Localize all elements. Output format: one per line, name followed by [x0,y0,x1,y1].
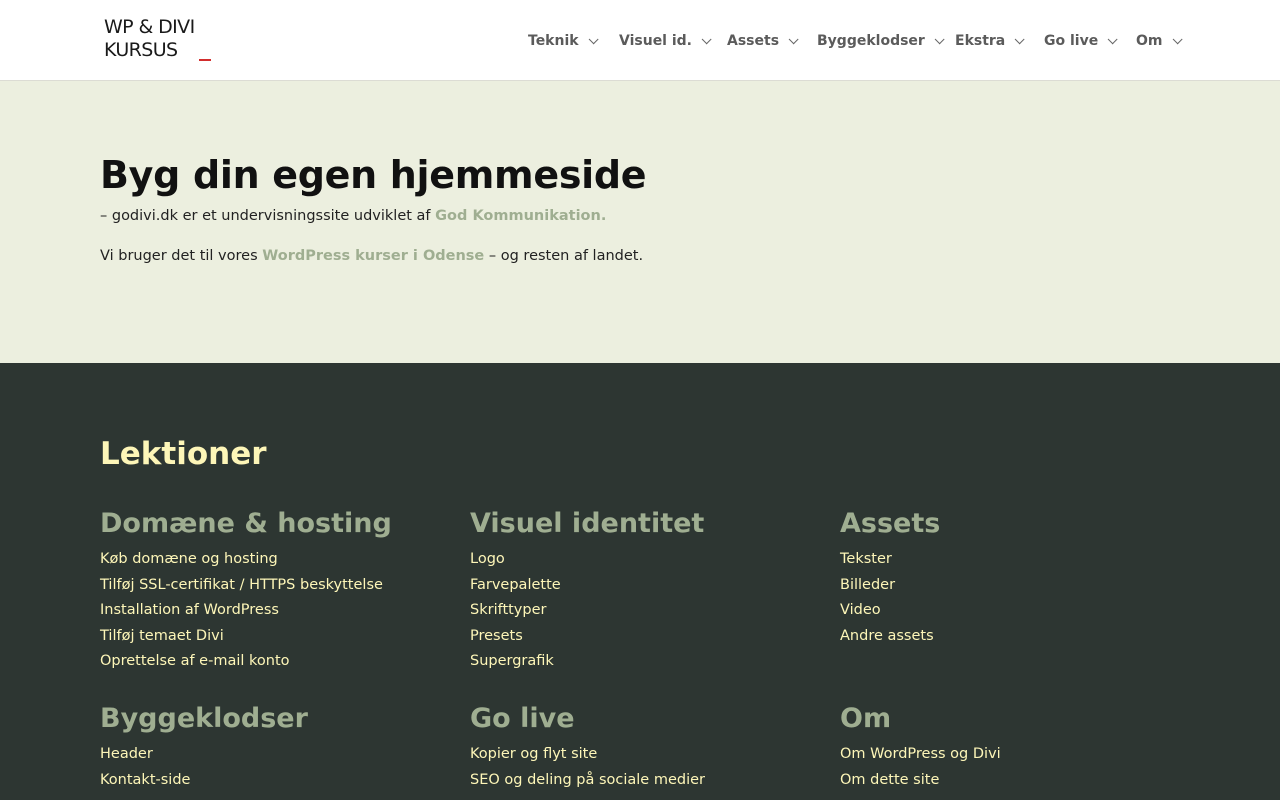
chevron-down-icon [1014,33,1025,44]
lesson-column-om: Om Om WordPress og Divi Om dette site [840,701,1200,793]
lesson-link[interactable]: Presets [470,624,830,650]
lesson-list: Køb domæne og hosting Tilføj SSL-certifi… [100,547,460,675]
lesson-link[interactable]: Oprettelse af e-mail konto [100,649,460,675]
lesson-column-visuel: Visuel identitet Logo Farvepalette Skrif… [470,506,830,675]
nav-item-teknik[interactable]: Teknik [528,31,599,51]
courses-paragraph: Vi bruger det til vores WordPress kurser… [100,248,643,264]
lesson-link[interactable]: Skrifttyper [470,598,830,624]
lesson-link[interactable]: Billeder [840,573,1200,599]
wordpress-kurser-link[interactable]: WordPress kurser i Odense [262,248,484,264]
column-heading: Go live [470,703,575,734]
chevron-down-icon [701,33,712,44]
lesson-column-go-live: Go live Kopier og flyt site SEO og delin… [470,701,830,793]
lesson-link[interactable]: Om WordPress og Divi [840,742,1200,768]
lesson-link[interactable]: Køb domæne og hosting [100,547,460,573]
nav-item-go-live[interactable]: Go live [1044,31,1118,51]
god-kommunikation-link[interactable]: God Kommunikation. [435,208,606,224]
nav-item-assets[interactable]: Assets [727,31,799,51]
nav-item-label: Byggeklodser [817,33,925,49]
column-heading: Byggeklodser [100,703,308,734]
lesson-list: Om WordPress og Divi Om dette site [840,742,1200,793]
column-heading: Domæne & hosting [100,508,392,539]
courses-text-pre: Vi bruger det til vores [100,248,258,264]
lessons-title: Lektioner [100,436,267,472]
lesson-list: Header Kontakt-side [100,742,460,793]
lesson-column-assets: Assets Tekster Billeder Video Andre asse… [840,506,1200,649]
page-title: Byg din egen hjemmeside [100,153,647,197]
column-heading: Visuel identitet [470,508,705,539]
nav-item-label: Go live [1044,33,1099,49]
lesson-link[interactable]: Video [840,598,1200,624]
nav-item-label: Assets [727,33,780,49]
nav-item-ekstra[interactable]: Ekstra [955,31,1025,51]
nav-item-label: Ekstra [955,33,1006,49]
nav-item-visuel-id[interactable]: Visuel id. [619,31,712,51]
lesson-list: Kopier og flyt site SEO og deling på soc… [470,742,830,793]
intro-text: – godivi.dk er et undervisningssite udvi… [100,208,431,224]
lesson-link[interactable]: Tilføj SSL-certifikat / HTTPS beskyttels… [100,573,460,599]
lesson-link[interactable]: Tekster [840,547,1200,573]
nav-item-label: Teknik [528,33,579,49]
chevron-down-icon [788,33,799,44]
lesson-column-domaene: Domæne & hosting Køb domæne og hosting T… [100,506,460,675]
lesson-link[interactable]: Tilføj temaet Divi [100,624,460,650]
nav-item-byggeklodser[interactable]: Byggeklodser [817,31,945,51]
lesson-link[interactable]: Om dette site [840,768,1200,794]
lessons-section: Lektioner Domæne & hosting Køb domæne og… [0,363,1280,800]
lesson-link[interactable]: Supergrafik [470,649,830,675]
lesson-link[interactable]: SEO og deling på sociale medier [470,768,830,794]
lesson-link[interactable]: Kontakt-side [100,768,460,794]
lesson-link[interactable]: Andre assets [840,624,1200,650]
lesson-list: Tekster Billeder Video Andre assets [840,547,1200,649]
intro-paragraph: – godivi.dk er et undervisningssite udvi… [100,208,606,224]
nav-item-om[interactable]: Om [1136,31,1183,51]
main-nav: Teknik Visuel id. Assets Byggeklodser Ek… [0,31,1280,51]
lesson-link[interactable]: Farvepalette [470,573,830,599]
nav-item-label: Visuel id. [619,33,692,49]
chevron-down-icon [588,33,599,44]
courses-text-post: – og resten af landet. [488,248,644,264]
nav-item-label: Om [1136,33,1163,49]
site-header: WP & DIVI KURSUS Teknik Visuel id. Asset… [0,0,1280,81]
lesson-column-byggeklodser: Byggeklodser Header Kontakt-side [100,701,460,793]
lesson-link[interactable]: Kopier og flyt site [470,742,830,768]
lesson-link[interactable]: Header [100,742,460,768]
column-heading: Assets [840,508,941,539]
lesson-list: Logo Farvepalette Skrifttyper Presets Su… [470,547,830,675]
lesson-link[interactable]: Installation af WordPress [100,598,460,624]
logo-dash [199,59,211,61]
lesson-link[interactable]: Logo [470,547,830,573]
chevron-down-icon [934,33,945,44]
chevron-down-icon [1172,33,1183,44]
column-heading: Om [840,703,892,734]
chevron-down-icon [1107,33,1118,44]
